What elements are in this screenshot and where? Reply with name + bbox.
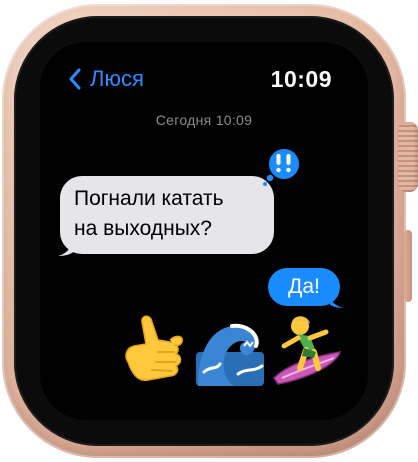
back-button[interactable]: Люся xyxy=(68,64,144,94)
digital-crown[interactable] xyxy=(398,122,418,192)
bubble-tail xyxy=(58,240,76,256)
message-text-line-2: на выходных? xyxy=(74,217,212,240)
chevron-left-icon xyxy=(69,68,81,90)
message-timestamp: Сегодня 10:09 xyxy=(155,112,253,128)
call-me-hand-emoji xyxy=(125,315,184,382)
surfer-emoji xyxy=(273,316,342,385)
clock-time: 10:09 xyxy=(270,65,332,92)
water-wave-emoji xyxy=(196,323,264,386)
side-button[interactable] xyxy=(404,230,412,302)
emphasis-exclamation-icon[interactable] xyxy=(262,146,302,186)
message-text-line-1: Погнали катать xyxy=(74,187,224,210)
contact-name: Люся xyxy=(90,66,144,91)
watch-screen: Люся 10:09 Сегодня 10:09 Погнали катать … xyxy=(40,42,368,420)
emoji-message[interactable] xyxy=(118,312,344,392)
bubble-tail xyxy=(330,294,344,308)
status-bar: Люся 10:09 xyxy=(40,64,368,94)
outgoing-message-bubble[interactable]: Да! xyxy=(268,268,344,308)
watch-device: Люся 10:09 Сегодня 10:09 Погнали катать … xyxy=(0,0,418,462)
outgoing-message-text: Да! xyxy=(288,275,320,298)
incoming-message-bubble[interactable]: Погнали катать на выходных? xyxy=(58,176,274,256)
